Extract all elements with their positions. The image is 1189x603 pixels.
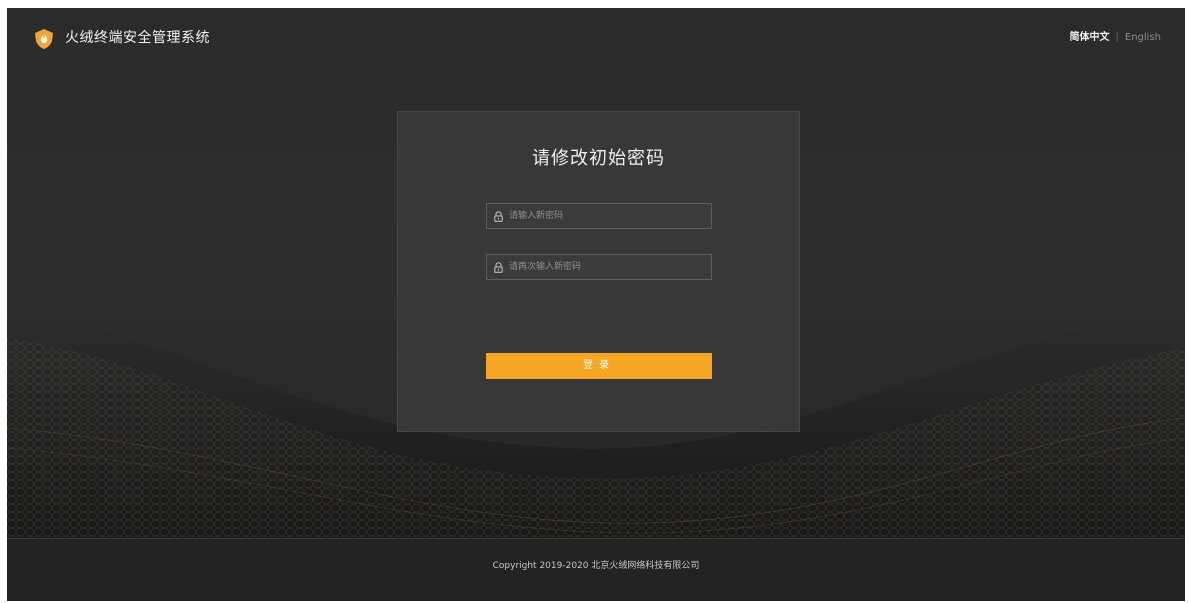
footer: Copyright 2019-2020 北京火绒网络科技有限公司 [7,538,1185,601]
lock-icon [494,262,503,273]
header: 火绒终端安全管理系统 简体中文 | English [7,8,1185,68]
copyright-text: Copyright 2019-2020 北京火绒网络科技有限公司 [492,561,700,571]
lock-icon [494,211,503,222]
confirm-password-input[interactable] [509,255,707,279]
language-switcher: 简体中文 | English [1070,30,1161,46]
new-password-input[interactable] [509,204,707,228]
flame-shield-icon [35,29,53,49]
login-button[interactable]: 登录 [486,353,712,379]
lang-english-link[interactable]: English [1125,32,1161,43]
new-password-field[interactable] [486,203,712,229]
lang-chinese-link[interactable]: 简体中文 [1070,32,1110,43]
lang-separator: | [1115,32,1119,43]
confirm-password-field[interactable] [486,254,712,280]
login-page: 火绒终端安全管理系统 简体中文|English 请修改初始密码 登录 Cop [7,8,1185,601]
change-password-card: 请修改初始密码 登录 [397,111,800,432]
form-title: 请修改初始密码 [532,148,665,169]
app-title: 火绒终端安全管理系统 [65,30,210,46]
